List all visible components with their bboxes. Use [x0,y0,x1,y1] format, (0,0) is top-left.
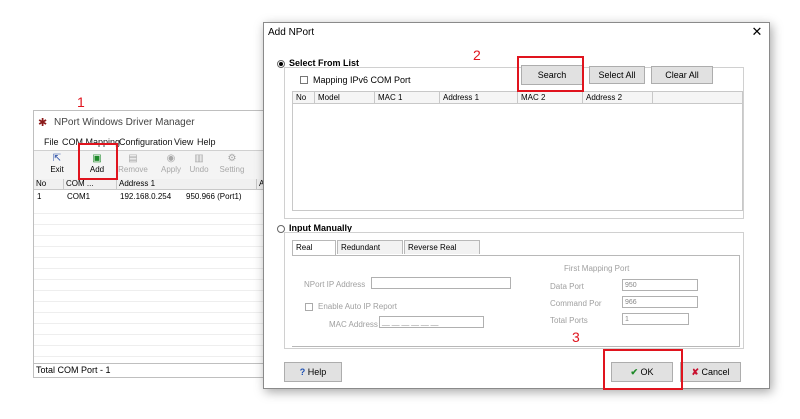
cancel-icon: ✘ [691,367,699,377]
setting-button[interactable]: ⚙ Setting [217,153,247,177]
help-icon: ? [299,367,306,377]
menubar: File COM Mapping Configuration View Help [34,137,266,149]
command-port-label: Command Por [550,299,602,308]
apply-label: Apply [160,165,181,174]
highlight-ok [603,349,683,390]
total-ports-field[interactable]: 1 [622,313,689,325]
annotation-step-2: 2 [473,47,481,63]
menu-help[interactable]: Help [197,137,216,147]
row-com: COM1 [67,192,91,201]
remove-button[interactable]: ▤ Remove [118,153,148,177]
select-all-button[interactable]: Select All [589,66,645,84]
menu-file[interactable]: File [44,137,59,147]
annotation-step-1: 1 [77,94,85,110]
mapping-ipv6-checkbox[interactable] [300,76,308,84]
tab-redundant-com[interactable]: Redundant COM [337,240,403,266]
tab-real-com[interactable]: Real COM [292,240,336,266]
toolbar: ⇱ Exit ▣ Add ▤ Remove ◉ Apply ▥ Undo ⚙ S… [34,150,266,180]
setting-label: Setting [219,165,245,174]
undo-button[interactable]: ▥ Undo [184,153,214,177]
row-address: 192.168.0.254 [120,192,172,201]
undo-label: Undo [189,165,209,174]
nport-ip-field[interactable] [371,277,511,289]
mapping-ipv6-label: Mapping IPv6 COM Port [313,75,411,85]
status-text: Total COM Port - 1 [36,365,111,375]
highlight-search [517,56,584,92]
driver-manager-title: NPort Windows Driver Manager [54,117,195,128]
data-port-field[interactable]: 950 [622,279,698,291]
exit-icon: ⇱ [52,153,62,164]
clear-all-button[interactable]: Clear All [651,66,713,84]
exit-label: Exit [50,165,64,174]
menu-view[interactable]: View [174,137,193,147]
menu-configuration[interactable]: Configuration [119,137,173,147]
undo-icon: ▥ [194,153,204,164]
row-no: 1 [37,192,42,201]
col-address2[interactable]: Address 2 [583,92,653,103]
enable-auto-ip-checkbox[interactable] [305,303,313,311]
data-port-label: Data Port [550,282,584,291]
search-results-header: No Model MAC 1 Address 1 MAC 2 Address 2 [293,92,742,104]
driver-manager-window: ✱ NPort Windows Driver Manager File COM … [33,110,267,378]
cancel-label: Cancel [701,367,730,377]
col-address1[interactable]: Address 1 [440,92,518,103]
app-icon: ✱ [38,117,48,129]
status-bar: Total COM Port - 1 [34,363,266,377]
first-mapping-port-label: First Mapping Port [564,264,630,273]
row-port: 950.966 (Port1) [186,192,242,201]
col-no[interactable]: No [34,179,64,189]
driver-manager-titlebar: ✱ NPort Windows Driver Manager [34,111,266,133]
help-button[interactable]: ? Help [284,362,342,382]
col-model[interactable]: Model [315,92,375,103]
search-results-list[interactable]: No Model MAC 1 Address 1 MAC 2 Address 2 [292,91,743,211]
col-address1[interactable]: Address 1 [117,179,257,189]
mac-address-field[interactable]: __ __ __ __ __ __ [379,316,484,328]
col-com[interactable]: COM ... [64,179,117,189]
annotation-step-3: 3 [572,329,580,345]
cancel-button[interactable]: ✘ Cancel [680,362,741,382]
table-row[interactable]: 1 COM1 192.168.0.254 950.966 (Port1) [34,191,266,202]
enable-auto-ip-label: Enable Auto IP Report [318,302,398,311]
nport-ip-label: NPort IP Address [304,280,366,289]
close-icon[interactable]: ✕ [748,24,766,40]
col-no[interactable]: No [293,92,315,103]
com-list-body[interactable] [34,203,266,363]
apply-icon: ◉ [166,153,176,164]
command-port-field[interactable]: 966 [622,296,698,308]
com-list-header: No COM ... Address 1 A [34,179,266,190]
dialog-title: Add NPort [268,27,315,38]
remove-icon: ▤ [128,153,138,164]
col-mac1[interactable]: MAC 1 [375,92,440,103]
exit-button[interactable]: ⇱ Exit [42,153,72,177]
apply-button[interactable]: ◉ Apply [156,153,186,177]
highlight-add [78,143,118,180]
total-ports-label: Total Ports [550,316,588,325]
mac-address-label: MAC Address [329,320,378,329]
setting-icon: ⚙ [227,153,237,164]
tab-strip: Real COM Redundant COM Reverse Real COM [292,240,740,266]
tab-reverse-real-com[interactable]: Reverse Real COM [404,240,480,266]
remove-label: Remove [118,165,148,174]
help-label: Help [307,367,327,377]
col-mac2[interactable]: MAC 2 [518,92,583,103]
